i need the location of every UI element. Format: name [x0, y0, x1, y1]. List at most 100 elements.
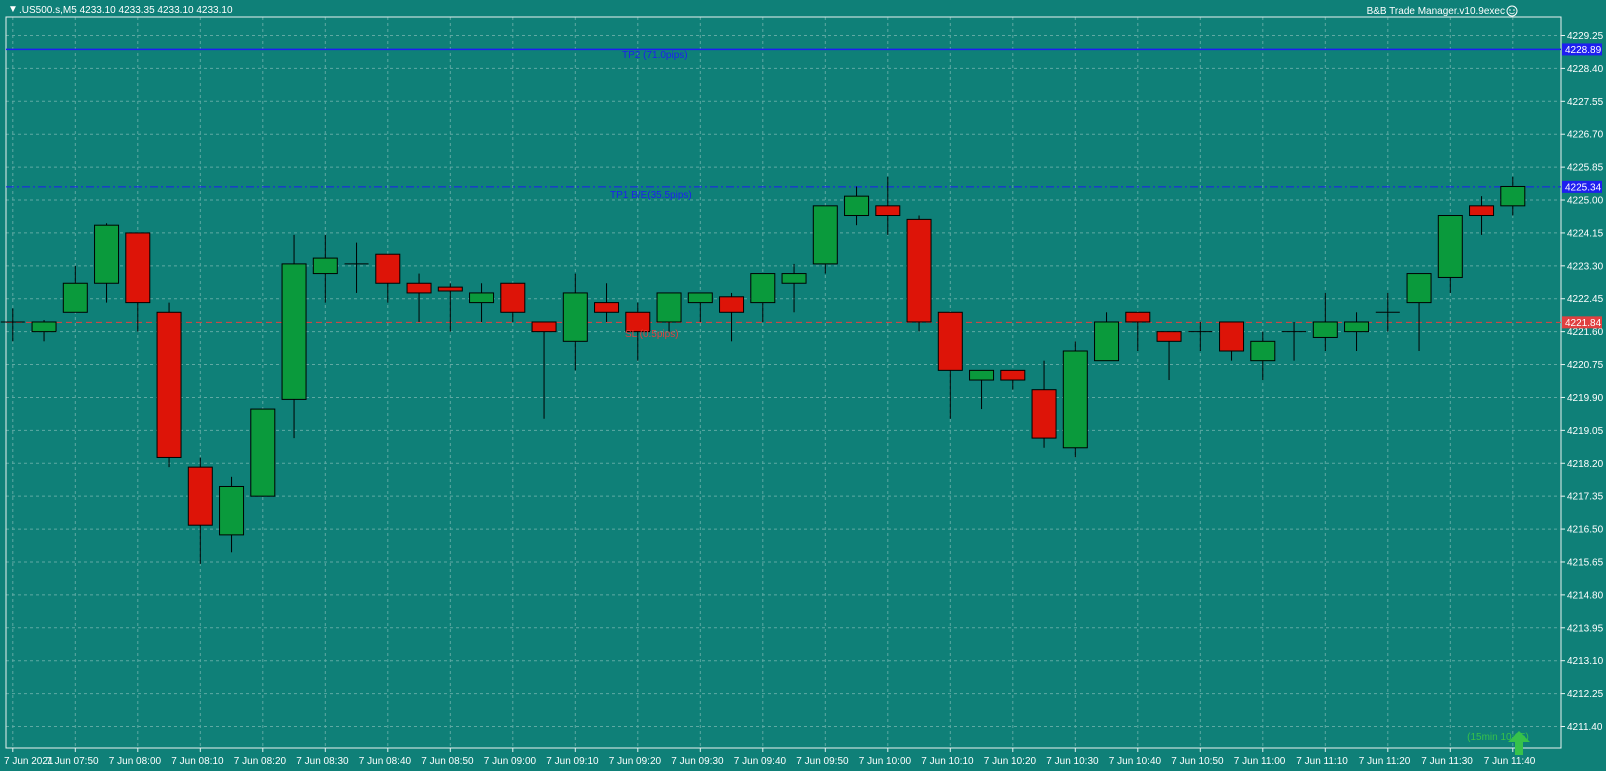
price-tick-label: 4212.25: [1567, 689, 1604, 700]
candle-bull: [812, 205, 838, 265]
indicator-name: B&B Trade Manager.v10.9exec: [1367, 6, 1505, 17]
time-tick-label: 7 Jun 09:10: [546, 756, 599, 767]
price-tick-label: 4229.25: [1567, 31, 1604, 42]
dropdown-arrow-icon[interactable]: ▼: [8, 4, 18, 15]
price-tick-label: 4225.85: [1567, 163, 1604, 174]
tp1-label: TP1 B/E(35.5pips): [610, 190, 692, 201]
tp2-price-badge-label: 4228.89: [1565, 45, 1602, 56]
price-tick-label: 4211.40: [1567, 722, 1603, 733]
time-tick-label: 7 Jun 10:30: [1046, 756, 1099, 767]
candle-bull: [656, 292, 682, 323]
candle-bull: [687, 292, 713, 304]
price-tick-label: 4219.90: [1567, 393, 1604, 404]
candle-bear: [156, 311, 182, 458]
price-tick-label: 4227.55: [1567, 97, 1604, 108]
price-tick-label: 4213.95: [1567, 623, 1604, 634]
sl-price-badge-label: 4221.84: [1565, 318, 1602, 329]
price-tick-label: 4217.35: [1567, 492, 1604, 503]
candle-bear: [406, 282, 432, 294]
candle-bear: [875, 205, 901, 217]
candle-bear: [1031, 389, 1057, 439]
candle-bear: [437, 286, 463, 292]
time-tick-label: 7 Jun 09:20: [609, 756, 662, 767]
time-tick-label: 7 Jun 09:40: [734, 756, 787, 767]
candle-bear: [906, 218, 932, 323]
price-tick-label: 4225.00: [1567, 196, 1604, 207]
candle-bull: [1250, 340, 1276, 362]
candle-bear: [125, 232, 151, 304]
candle-bull: [250, 408, 276, 497]
candle-bull: [469, 292, 495, 304]
price-tick-label: 4228.40: [1567, 64, 1604, 75]
candle-bear: [1469, 205, 1495, 217]
symbol-info: .US500.s,M5 4233.10 4233.35 4233.10 4233…: [19, 5, 233, 16]
price-tick-label: 4223.30: [1567, 261, 1604, 272]
candle-bear: [719, 296, 745, 313]
candle-bull: [969, 369, 995, 381]
sl-label: SL (0.5pips): [625, 329, 679, 340]
candle-bull: [1344, 321, 1370, 333]
candle-bull: [750, 273, 776, 304]
chart-background: [0, 0, 1606, 771]
candle-bull: [781, 273, 807, 284]
price-tick-label: 4213.10: [1567, 656, 1604, 667]
price-tick-label: 4215.65: [1567, 557, 1604, 568]
candle-bull: [1094, 321, 1120, 362]
candle-bull: [1062, 350, 1088, 449]
time-tick-label: 7 Jun 08:10: [171, 756, 224, 767]
price-tick-label: 4226.70: [1567, 130, 1604, 141]
candle-bull: [1406, 273, 1432, 304]
price-tick-label: 4218.20: [1567, 459, 1604, 470]
time-tick-label: 7 Jun 09:30: [671, 756, 724, 767]
price-tick-label: 4219.05: [1567, 426, 1604, 437]
time-tick-label: 7 Jun 11:20: [1359, 756, 1411, 767]
candle-bear: [531, 321, 557, 333]
time-tick-label: 7 Jun 11:30: [1421, 756, 1473, 767]
candle-bull: [281, 263, 307, 400]
candle-bull: [844, 195, 870, 217]
time-tick-label: 7 Jun 11:00: [1234, 756, 1286, 767]
time-tick-label: 7 Jun 10:00: [859, 756, 912, 767]
candle-bull: [1312, 321, 1338, 338]
time-tick-label: 7 Jun 08:30: [296, 756, 349, 767]
time-tick-label: 7 Jun 09:50: [796, 756, 849, 767]
candle-bull: [219, 485, 245, 536]
price-tick-label: 4220.75: [1567, 360, 1604, 371]
time-tick-label: 7 Jun 11:10: [1296, 756, 1348, 767]
time-tick-label: 7 Jun 08:50: [421, 756, 474, 767]
candle-bull: [31, 321, 57, 333]
candle-bull: [1437, 215, 1463, 278]
time-tick-label: 7 Jun 10:10: [921, 756, 974, 767]
time-tick-label: 7 Jun 10:40: [1109, 756, 1162, 767]
time-tick-label: 7 Jun 07:50: [46, 756, 99, 767]
time-tick-label: 7 Jun 10:50: [1171, 756, 1224, 767]
tp1-price-badge-label: 4225.34: [1565, 182, 1602, 193]
candle-bear: [1219, 321, 1245, 352]
candle-bear: [500, 282, 526, 313]
time-tick-label: 7 Jun 08:40: [359, 756, 412, 767]
candle-bear: [187, 466, 213, 526]
price-tick-label: 4214.80: [1567, 590, 1604, 601]
candle-bear: [1156, 331, 1182, 342]
candle-bull: [94, 224, 120, 284]
candlestick-chart[interactable]: 4229.25 4228.40 4227.55 4226.70 4225.85 4225.…: [0, 0, 1606, 771]
price-tick-label: 4222.45: [1567, 294, 1604, 305]
time-tick-label: 7 Jun 11:40: [1484, 756, 1536, 767]
candle-bull: [62, 282, 88, 313]
candle-bull: [1500, 185, 1526, 207]
price-tick-label: 4216.50: [1567, 525, 1604, 536]
candle-bull: [312, 257, 338, 275]
candle-bear: [937, 311, 963, 371]
time-tick-label: 7 Jun 10:20: [984, 756, 1037, 767]
up-arrow-icon: [1508, 731, 1530, 755]
candle-bull: [562, 292, 588, 342]
candle-bear: [1125, 311, 1151, 323]
price-tick-label: 4224.15: [1567, 228, 1604, 239]
time-tick-label: 7 Jun 09:00: [484, 756, 537, 767]
candle-bear: [1000, 369, 1026, 381]
time-tick-label: 7 Jun 08:00: [109, 756, 162, 767]
tp2-label: TP2 (71.0pips): [622, 50, 688, 61]
time-tick-label: 7 Jun 08:20: [234, 756, 287, 767]
candle-bear: [375, 253, 401, 284]
candle-bear: [594, 302, 620, 313]
